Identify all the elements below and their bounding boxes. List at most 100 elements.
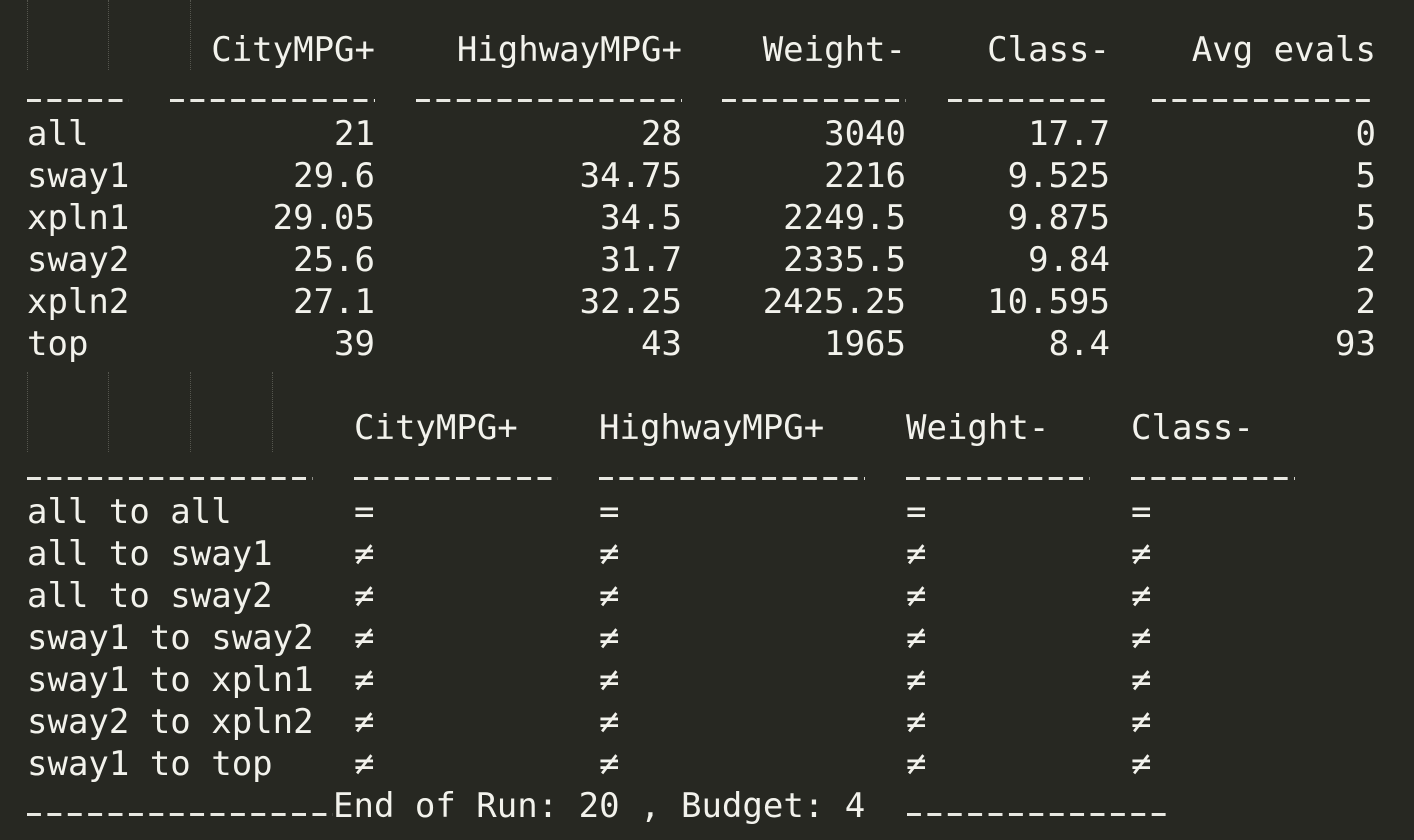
comparison-row-label: sway1 to xpln1 (27, 660, 314, 700)
comparison-cell-highway-mpg: ≠ (599, 660, 620, 700)
comparison-cell-class: ≠ (1131, 660, 1152, 700)
terminal-output: CityMPG+ HighwayMPG+ Weight- Class- Avg eval… (0, 0, 1414, 840)
summary-cell-highway-mpg: 43 (641, 324, 682, 364)
comparison-row-label: all to sway1 (27, 534, 273, 574)
summary-cell-highway-mpg: 34.5 (600, 198, 682, 238)
summary-cell-city-mpg: 29.6 (293, 156, 375, 196)
indent-guide (272, 372, 273, 452)
summary-cell-class: 17.7 (1028, 114, 1110, 154)
summary-cell-weight: 2216 (824, 156, 906, 196)
footer-rule-left (27, 785, 333, 827)
summary-cell-highway-mpg: 34.75 (579, 156, 682, 196)
summary-cell-highway-mpg: 31.7 (600, 240, 682, 280)
summary-row-label: top (27, 324, 89, 364)
comparison-cell-class: ≠ (1131, 534, 1152, 574)
summary-row-label: sway2 (27, 240, 130, 280)
comparison-row-label: sway2 to xpln2 (27, 702, 314, 742)
comparison-cell-city-mpg: ≠ (354, 744, 375, 784)
comparison-cell-class: ≠ (1131, 744, 1152, 784)
comparison-cell-class: = (1131, 492, 1152, 532)
comparison-cell-highway-mpg: ≠ (599, 576, 620, 616)
summary-cell-class: 9.525 (1007, 156, 1110, 196)
comparison-cell-weight: ≠ (906, 660, 927, 700)
summary-cell-city-mpg: 21 (334, 114, 375, 154)
comparison-cell-highway-mpg: ≠ (599, 744, 620, 784)
summary-cell-city-mpg: 25.6 (293, 240, 375, 280)
comparison-cell-highway-mpg: ≠ (599, 702, 620, 742)
summary-header-weight: Weight- (762, 30, 906, 70)
comparison-cell-city-mpg: ≠ (354, 576, 375, 616)
summary-header-city-mpg: CityMPG+ (211, 30, 375, 70)
comparison-header-weight: Weight- (906, 408, 1050, 448)
comparison-rule-city-mpg (354, 449, 558, 491)
summary-cell-class: 9.84 (1028, 240, 1110, 280)
summary-cell-highway-mpg: 32.25 (579, 282, 682, 322)
comparison-row-label: all to all (27, 492, 232, 532)
summary-row-label: xpln2 (27, 282, 130, 322)
comparison-cell-weight: ≠ (906, 744, 927, 784)
comparison-cell-weight: ≠ (906, 576, 927, 616)
summary-rule-label (27, 71, 129, 113)
comparison-rule-weight (906, 449, 1090, 491)
summary-header-highway-mpg: HighwayMPG+ (456, 30, 682, 70)
summary-cell-class: 8.4 (1048, 324, 1110, 364)
summary-cell-class: 9.875 (1007, 198, 1110, 238)
summary-cell-highway-mpg: 28 (641, 114, 682, 154)
indent-guide (108, 0, 109, 70)
comparison-cell-city-mpg: ≠ (354, 618, 375, 658)
comparison-cell-class: ≠ (1131, 618, 1152, 658)
comparison-row-label: sway1 to top (27, 744, 273, 784)
summary-rule-weight (722, 71, 906, 113)
comparison-row-label: all to sway2 (27, 576, 273, 616)
comparison-cell-weight: ≠ (906, 702, 927, 742)
summary-row-label: all (27, 114, 89, 154)
summary-cell-avg-evals: 5 (1355, 198, 1376, 238)
comparison-cell-class: ≠ (1131, 576, 1152, 616)
summary-cell-city-mpg: 39 (334, 324, 375, 364)
comparison-header-highway-mpg: HighwayMPG+ (599, 408, 825, 448)
indent-guide (108, 372, 109, 452)
comparison-row-label: sway1 to sway2 (27, 618, 314, 658)
indent-guide (27, 0, 28, 70)
summary-cell-avg-evals: 93 (1335, 324, 1376, 364)
summary-row-label: xpln1 (27, 198, 130, 238)
comparison-header-class: Class- (1131, 408, 1254, 448)
summary-cell-avg-evals: 5 (1355, 156, 1376, 196)
comparison-cell-city-mpg: ≠ (354, 702, 375, 742)
summary-cell-avg-evals: 0 (1355, 114, 1376, 154)
comparison-rule-label (27, 449, 313, 491)
comparison-cell-weight: ≠ (906, 618, 927, 658)
summary-rule-highway-mpg (416, 71, 682, 113)
footer-rule-right (907, 785, 1172, 827)
summary-cell-weight: 1965 (824, 324, 906, 364)
summary-cell-avg-evals: 2 (1355, 282, 1376, 322)
comparison-cell-weight: ≠ (906, 534, 927, 574)
summary-rule-city-mpg (170, 71, 375, 113)
comparison-header-city-mpg: CityMPG+ (354, 408, 518, 448)
summary-header-class: Class- (987, 30, 1110, 70)
comparison-cell-city-mpg: ≠ (354, 534, 375, 574)
indent-guide (190, 372, 191, 452)
indent-guide (190, 0, 191, 70)
comparison-rule-highway-mpg (599, 449, 865, 491)
comparison-cell-class: ≠ (1131, 702, 1152, 742)
summary-cell-city-mpg: 29.05 (272, 198, 375, 238)
run-summary-text: End of Run: 20 , Budget: 4 (333, 786, 866, 826)
summary-row-label: sway1 (27, 156, 130, 196)
summary-cell-weight: 2425.25 (762, 282, 906, 322)
comparison-cell-weight: = (906, 492, 927, 532)
summary-cell-weight: 2335.5 (783, 240, 906, 280)
summary-header-avg-evals: Avg evals (1191, 30, 1376, 70)
comparison-cell-city-mpg: = (354, 492, 375, 532)
summary-cell-avg-evals: 2 (1355, 240, 1376, 280)
summary-cell-weight: 2249.5 (783, 198, 906, 238)
summary-cell-weight: 3040 (824, 114, 906, 154)
summary-rule-avg-evals (1152, 71, 1376, 113)
comparison-cell-highway-mpg: ≠ (599, 534, 620, 574)
summary-cell-city-mpg: 27.1 (293, 282, 375, 322)
summary-rule-class (948, 71, 1110, 113)
indent-guide (27, 372, 28, 452)
comparison-cell-highway-mpg: ≠ (599, 618, 620, 658)
comparison-rule-class (1131, 449, 1295, 491)
summary-cell-class: 10.595 (987, 282, 1110, 322)
